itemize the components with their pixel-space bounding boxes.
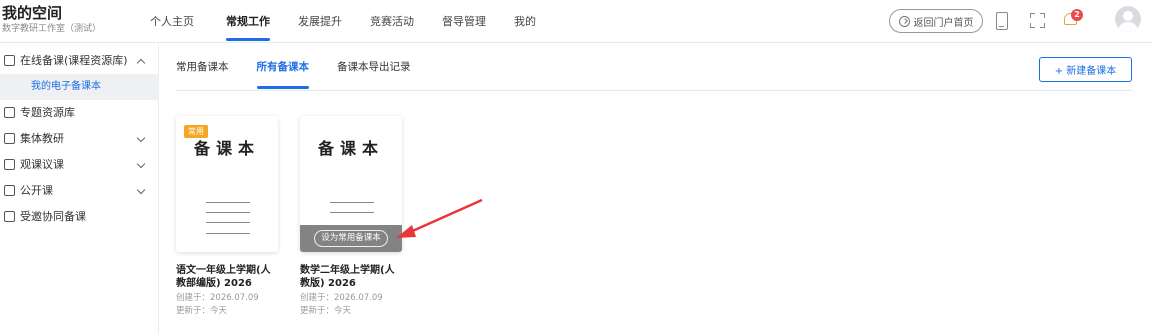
layout-icon: [4, 159, 15, 170]
sidebar-item-invited-collab[interactable]: 受邀协同备课: [0, 204, 158, 230]
nav-home[interactable]: 个人主页: [150, 0, 194, 43]
chevron-up-icon: [136, 58, 146, 68]
tabs-divider: [176, 90, 1133, 91]
cover-title: 备课本: [317, 139, 384, 158]
cover-line: [206, 222, 250, 223]
nav-mine[interactable]: 我的: [514, 0, 536, 43]
chevron-down-icon: [136, 185, 146, 195]
lesson-book-card[interactable]: 备课本 设为常用备课本: [300, 116, 402, 252]
book-name[interactable]: 数学二年级上学期(人教版) 2026: [300, 264, 402, 290]
video-icon: [4, 185, 15, 196]
notification-bell-icon[interactable]: 2: [1063, 9, 1083, 29]
tab-all-books[interactable]: 所有备课本: [256, 56, 309, 90]
cover-line: [206, 233, 250, 234]
folder-icon: [4, 107, 15, 118]
nav-routine-work[interactable]: 常规工作: [226, 0, 270, 43]
sidebar-item-label: 在线备课(课程资源库): [20, 54, 128, 67]
brand: 我的空间 数字教研工作室（测试）: [0, 3, 140, 36]
return-icon: [898, 15, 910, 27]
sidebar-item-topic-resources[interactable]: 专题资源库: [0, 100, 158, 126]
list-icon: [4, 133, 15, 144]
chevron-down-icon: [136, 133, 146, 143]
sidebar-item-label: 集体教研: [20, 132, 64, 145]
sidebar-item-label: 受邀协同备课: [20, 210, 86, 223]
sidebar-item-label: 观课议课: [20, 158, 64, 171]
tab-export-records[interactable]: 备课本导出记录: [337, 56, 411, 90]
annotation-arrow-icon: [396, 198, 483, 238]
nav-supervision[interactable]: 督导管理: [442, 0, 486, 43]
sidebar-item-collective-research[interactable]: 集体教研: [0, 126, 158, 152]
sidebar-item-label: 公开课: [20, 184, 53, 197]
sidebar: 在线备课(课程资源库) 我的电子备课本 专题资源库 集体教研 观课议课 公开课 …: [0, 43, 159, 334]
lesson-book-tabs: 常用备课本 所有备课本 备课本导出记录: [176, 56, 411, 90]
cover-line: [206, 212, 250, 213]
chevron-down-icon: [136, 159, 146, 169]
book-name[interactable]: 语文一年级上学期(人教部编版) 2026: [176, 264, 278, 290]
book-created: 创建于：2026.07.09: [300, 293, 383, 303]
tab-common-books[interactable]: 常用备课本: [176, 56, 229, 90]
user-avatar[interactable]: [1115, 6, 1141, 32]
fullscreen-icon[interactable]: [1030, 13, 1045, 28]
nav-competition[interactable]: 竞赛活动: [370, 0, 414, 43]
sidebar-item-lesson-observation[interactable]: 观课议课: [0, 152, 158, 178]
notification-badge: 2: [1071, 9, 1083, 21]
card-hover-overlay: 设为常用备课本: [300, 225, 402, 252]
nav-development[interactable]: 发展提升: [298, 0, 342, 43]
cover-title: 备课本: [193, 139, 260, 158]
cover-line: [330, 212, 374, 213]
top-bar: 我的空间 数字教研工作室（测试） 个人主页 常规工作 发展提升 竞赛活动 督导管…: [0, 0, 1153, 43]
mobile-icon[interactable]: [996, 12, 1008, 30]
group-icon: [4, 211, 15, 222]
book-updated: 更新于：今天: [176, 306, 228, 316]
sidebar-item-open-class[interactable]: 公开课: [0, 178, 158, 204]
return-portal-button[interactable]: 返回门户首页: [889, 9, 983, 33]
book-created: 创建于：2026.07.09: [176, 293, 259, 303]
lesson-book-card[interactable]: 常用 备课本: [176, 116, 278, 252]
main-nav: 个人主页 常规工作 发展提升 竞赛活动 督导管理 我的: [150, 0, 536, 43]
sidebar-item-online-lesson-prep[interactable]: 在线备课(课程资源库): [0, 48, 158, 74]
cover-line: [206, 202, 250, 203]
document-icon: [4, 55, 15, 66]
set-common-book-button[interactable]: 设为常用备课本: [314, 230, 388, 247]
book-updated: 更新于：今天: [300, 306, 352, 316]
return-portal-label: 返回门户首页: [913, 17, 974, 29]
cover-line: [330, 202, 374, 203]
sidebar-item-my-lesson-books[interactable]: 我的电子备课本: [0, 74, 158, 100]
sidebar-item-label: 专题资源库: [20, 106, 75, 119]
app-title: 我的空间: [2, 4, 63, 22]
app-subtitle: 数字教研工作室（测试）: [2, 24, 102, 34]
new-lesson-book-button[interactable]: + 新建备课本: [1039, 57, 1132, 82]
